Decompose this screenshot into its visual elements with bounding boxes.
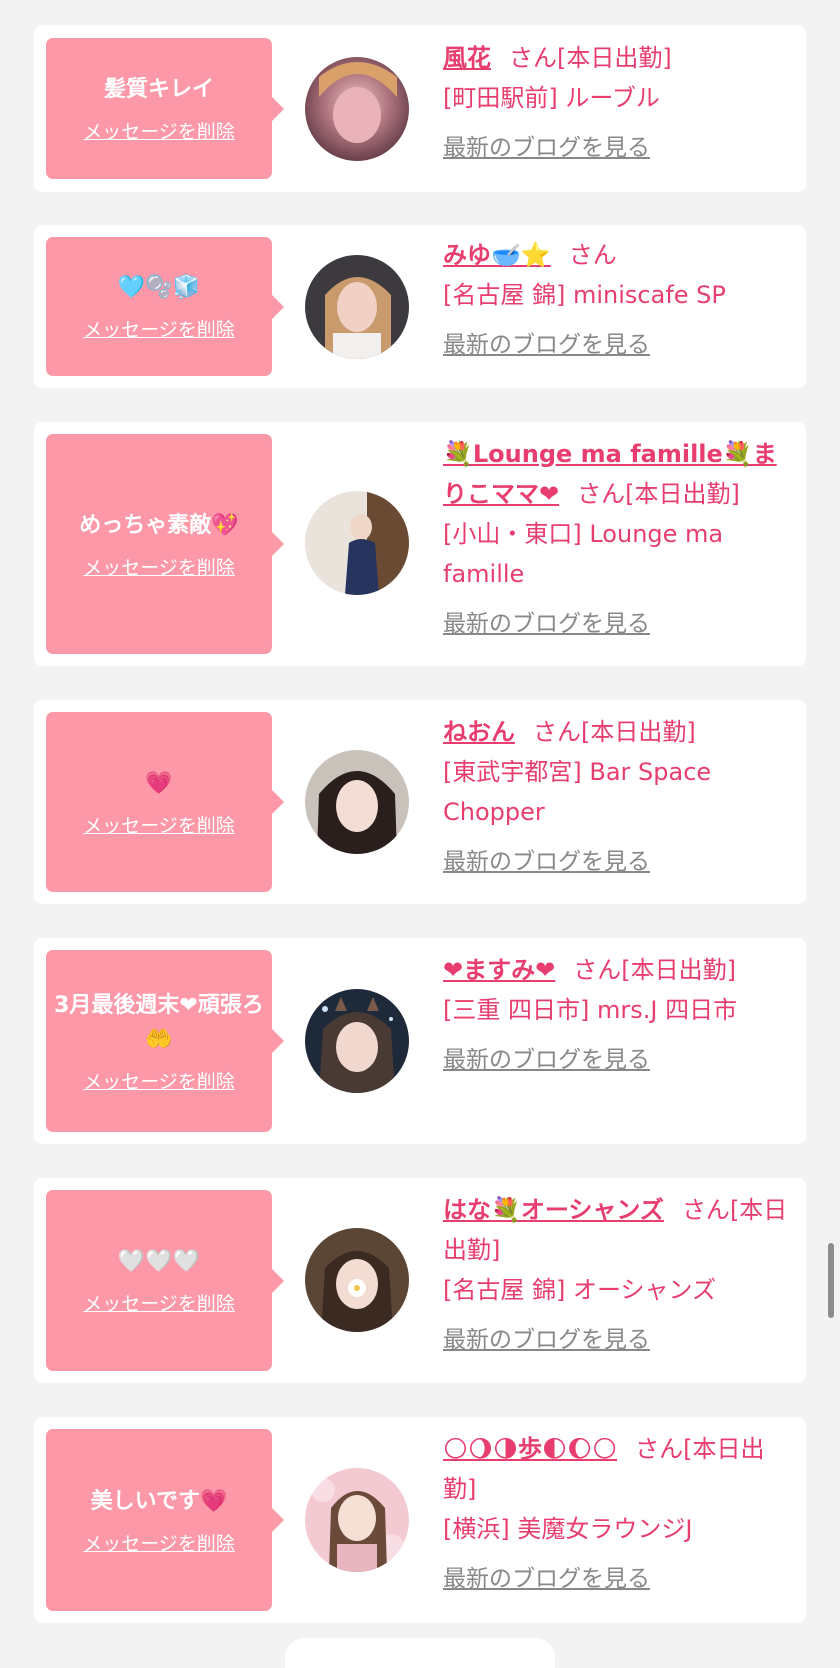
- honorific: さん: [635, 1435, 684, 1463]
- message-card: 💗 メッセージを削除 ねおん さん[本日出勤] [東武宇都宮] Bar Space…: [34, 700, 806, 904]
- sender-name-link[interactable]: ❤ますみ❤: [443, 956, 555, 984]
- avatar[interactable]: [305, 989, 409, 1093]
- shop-name: [三重 四日市] mrs.J 四日市: [443, 996, 738, 1024]
- latest-blog-link[interactable]: 最新のブログを見る: [443, 128, 650, 168]
- avatar[interactable]: [305, 1468, 409, 1572]
- sender-name-link[interactable]: はな💐オーシャンズ: [443, 1196, 664, 1224]
- message-bubble: 髪質キレイ メッセージを削除: [46, 38, 284, 179]
- latest-blog-link[interactable]: 最新のブログを見る: [443, 325, 650, 365]
- latest-blog-link[interactable]: 最新のブログを見る: [443, 1320, 650, 1360]
- avatar[interactable]: [305, 255, 409, 359]
- sender-info: 風花 さん[本日出勤] [町田駅前] ルーブル 最新のブログを見る: [443, 38, 793, 168]
- sender-name-link[interactable]: ねおん: [443, 718, 515, 746]
- sender-name-line: ねおん さん[本日出勤]: [443, 712, 793, 752]
- message-card: 髪質キレイ メッセージを削除 風花 さん[本日出勤] [町田駅前] ルーブル 最新…: [34, 25, 806, 192]
- latest-blog-link[interactable]: 最新のブログを見る: [443, 604, 650, 644]
- delete-message-link[interactable]: メッセージを削除: [83, 1289, 235, 1316]
- sender-name-line: 🌕🌖🌗歩🌓🌔🌕 さん[本日出勤]: [443, 1429, 793, 1509]
- honorific: さん: [533, 718, 581, 746]
- message-card: めっちゃ素敵💖 メッセージを削除 💐Lounge ma famille💐まりこマ…: [34, 422, 806, 666]
- latest-blog-link[interactable]: 最新のブログを見る: [443, 1559, 650, 1599]
- latest-blog-link[interactable]: 最新のブログを見る: [443, 842, 650, 882]
- sender-info: ねおん さん[本日出勤] [東武宇都宮] Bar Space Chopper 最新…: [443, 712, 793, 882]
- delete-message-link[interactable]: メッセージを削除: [83, 1529, 235, 1556]
- message-bubble: 🩵🫧🧊 メッセージを削除: [46, 237, 284, 376]
- sender-name-line: ❤ますみ❤ さん[本日出勤]: [443, 950, 793, 990]
- message-bubble: 3月最後週末❤頑張ろ🤲 メッセージを削除: [46, 950, 284, 1132]
- avatar[interactable]: [305, 57, 409, 161]
- scrollbar[interactable]: [828, 1243, 834, 1318]
- honorific: さん: [573, 956, 622, 984]
- message-text: 3月最後週末❤頑張ろ🤲: [54, 992, 264, 1052]
- message-text: 💗: [145, 770, 173, 796]
- sender-info: ❤ますみ❤ さん[本日出勤] [三重 四日市] mrs.J 四日市 最新のブログを…: [443, 950, 793, 1080]
- message-text: 🩵🫧🧊: [117, 275, 201, 300]
- status-badge: [本日出勤]: [557, 44, 672, 72]
- shop-name: [町田駅前] ルーブル: [443, 84, 660, 112]
- sender-name-link[interactable]: 風花: [443, 44, 491, 72]
- message-bubble: 🤍🤍🤍 メッセージを削除: [46, 1190, 284, 1371]
- delete-message-link[interactable]: メッセージを削除: [83, 553, 235, 580]
- message-card: 🤍🤍🤍 メッセージを削除 はな💐オーシャンズ さん[本日出勤] [名古屋 錦] オ…: [34, 1178, 806, 1383]
- avatar[interactable]: [305, 491, 409, 595]
- honorific: さん: [681, 1196, 730, 1224]
- sender-name-line: はな💐オーシャンズ さん[本日出勤]: [443, 1190, 793, 1270]
- status-badge: [本日出勤]: [621, 956, 736, 984]
- message-text: 🤍🤍🤍: [117, 1249, 201, 1274]
- avatar[interactable]: [305, 1228, 409, 1332]
- sender-name-line: 風花 さん[本日出勤]: [443, 38, 793, 78]
- message-card: 🩵🫧🧊 メッセージを削除 みゆ🥣⭐ さん [名古屋 錦] miniscafe SP…: [34, 225, 806, 388]
- sender-info: みゆ🥣⭐ さん [名古屋 錦] miniscafe SP 最新のブログを見る: [443, 235, 793, 365]
- message-bubble: 💗 メッセージを削除: [46, 712, 284, 892]
- status-badge: [本日出勤]: [581, 718, 696, 746]
- shop-name: [名古屋 錦] オーシャンズ: [443, 1276, 717, 1304]
- bottom-tab-handle[interactable]: [285, 1638, 555, 1668]
- message-card: 美しいです💗 メッセージを削除 🌕🌖🌗歩🌓🌔🌕 さん[本日出勤] [横浜] 美魔女…: [34, 1417, 806, 1623]
- sender-name-line: みゆ🥣⭐ さん: [443, 235, 793, 275]
- avatar[interactable]: [305, 750, 409, 854]
- sender-info: 🌕🌖🌗歩🌓🌔🌕 さん[本日出勤] [横浜] 美魔女ラウンジJ 最新のブログを見る: [443, 1429, 793, 1599]
- delete-message-link[interactable]: メッセージを削除: [83, 1067, 235, 1094]
- message-bubble: 美しいです💗 メッセージを削除: [46, 1429, 284, 1611]
- honorific: さん: [568, 241, 617, 269]
- honorific: さん: [577, 480, 626, 508]
- sender-name-link[interactable]: みゆ🥣⭐: [443, 241, 551, 269]
- message-bubble: めっちゃ素敵💖 メッセージを削除: [46, 434, 284, 654]
- sender-info: はな💐オーシャンズ さん[本日出勤] [名古屋 錦] オーシャンズ 最新のブログを…: [443, 1190, 793, 1360]
- sender-name-link[interactable]: 🌕🌖🌗歩🌓🌔🌕: [443, 1435, 617, 1463]
- message-text: 美しいです💗: [90, 1488, 228, 1514]
- shop-name: [名古屋 錦] miniscafe SP: [443, 281, 726, 309]
- shop-name: [東武宇都宮] Bar Space Chopper: [443, 758, 712, 826]
- message-text: めっちゃ素敵💖: [79, 512, 239, 538]
- message-card: 3月最後週末❤頑張ろ🤲 メッセージを削除 ❤ますみ❤ さん[本日出勤] [三重 四…: [34, 938, 806, 1144]
- delete-message-link[interactable]: メッセージを削除: [83, 811, 235, 838]
- sender-name-line: 💐Lounge ma famille💐まりこママ❤ さん[本日出勤]: [443, 434, 793, 514]
- shop-name: [横浜] 美魔女ラウンジJ: [443, 1515, 693, 1543]
- status-badge: [本日出勤]: [625, 480, 740, 508]
- delete-message-link[interactable]: メッセージを削除: [83, 315, 235, 342]
- delete-message-link[interactable]: メッセージを削除: [83, 117, 235, 144]
- sender-info: 💐Lounge ma famille💐まりこママ❤ さん[本日出勤] [小山・東口…: [443, 434, 793, 644]
- shop-name: [小山・東口] Lounge ma famille: [443, 520, 724, 588]
- honorific: さん: [509, 44, 557, 72]
- message-text: 髪質キレイ: [103, 77, 214, 102]
- latest-blog-link[interactable]: 最新のブログを見る: [443, 1040, 650, 1080]
